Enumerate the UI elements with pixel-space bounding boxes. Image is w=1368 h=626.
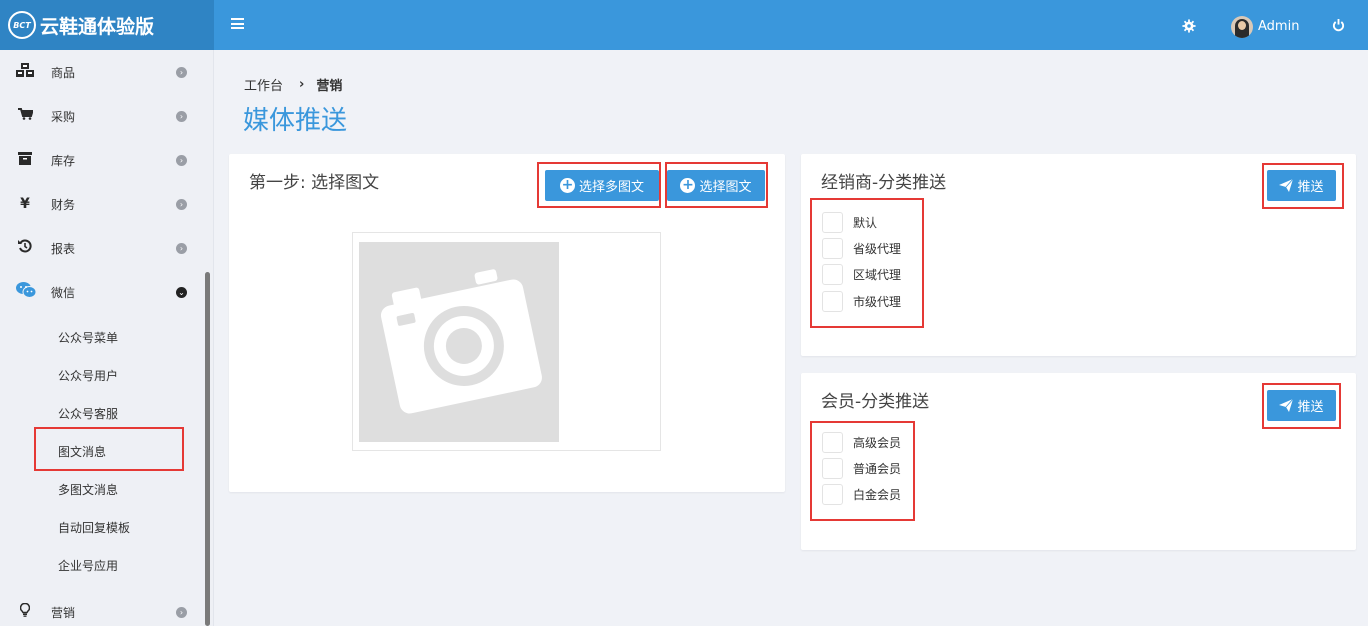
sidebar-subitem[interactable]: 公众号客服 bbox=[58, 404, 118, 424]
sidebar-subitem[interactable]: 公众号用户 bbox=[58, 366, 118, 386]
sidebar-subitem[interactable]: 自动回复模板 bbox=[58, 518, 130, 538]
sidebar-item-purchase[interactable]: 采购 › bbox=[0, 94, 200, 138]
highlight-box bbox=[810, 198, 924, 328]
sidebar: 商品 › 采购 › 库存 › ¥ 财务 › 报表 › 微信 ⌄ 公众号菜单 公众… bbox=[0, 50, 214, 626]
yen-icon: ¥ bbox=[20, 196, 30, 212]
sidebar-subitem[interactable]: 公众号菜单 bbox=[58, 328, 118, 348]
chevron-right-icon: › bbox=[176, 154, 187, 166]
brand[interactable]: BCT 云鞋通体验版 bbox=[0, 0, 214, 50]
sidebar-item-finance[interactable]: ¥ 财务 › bbox=[0, 182, 200, 226]
cart-icon bbox=[16, 108, 34, 124]
highlight-box bbox=[665, 162, 768, 208]
avatar[interactable] bbox=[1231, 16, 1253, 38]
panel-title: 第一步: 选择图文 bbox=[249, 173, 380, 193]
camera-placeholder-icon[interactable] bbox=[359, 242, 559, 442]
chevron-right-icon: › bbox=[176, 66, 187, 78]
highlight-box bbox=[810, 421, 915, 521]
sidebar-subitem[interactable]: 企业号应用 bbox=[58, 556, 118, 576]
sidebar-item-reports[interactable]: 报表 › bbox=[0, 226, 200, 270]
sidebar-item-label: 采购 bbox=[51, 109, 76, 124]
brand-logo: BCT bbox=[8, 11, 36, 39]
chevron-down-icon: ⌄ bbox=[176, 286, 187, 298]
power-icon[interactable] bbox=[1332, 19, 1345, 32]
breadcrumb: 工作台 › 营销 bbox=[244, 75, 342, 94]
sidebar-item-label: 库存 bbox=[51, 153, 76, 168]
highlight-box bbox=[34, 427, 184, 471]
sidebar-scrollbar[interactable] bbox=[205, 272, 210, 626]
sidebar-item-label: 财务 bbox=[51, 197, 76, 212]
sidebar-subitem[interactable]: 多图文消息 bbox=[58, 480, 118, 500]
menu-toggle-icon[interactable] bbox=[231, 18, 244, 29]
page-title: 媒体推送 bbox=[243, 106, 348, 136]
panel-title: 会员-分类推送 bbox=[821, 392, 930, 412]
sidebar-item-label: 商品 bbox=[51, 65, 76, 80]
gear-icon[interactable] bbox=[1182, 19, 1196, 33]
history-icon bbox=[16, 239, 34, 257]
chevron-right-icon: › bbox=[176, 198, 187, 210]
highlight-box bbox=[537, 162, 661, 208]
archive-icon bbox=[16, 151, 34, 169]
chevron-right-icon: › bbox=[176, 242, 187, 254]
chevron-right-icon: › bbox=[176, 110, 187, 122]
breadcrumb-current: 营销 bbox=[316, 79, 343, 94]
user-name[interactable]: Admin bbox=[1258, 19, 1299, 34]
chevron-right-icon: › bbox=[176, 606, 187, 618]
highlight-box bbox=[1262, 383, 1341, 429]
sidebar-item-marketing[interactable]: 营销 › bbox=[0, 590, 200, 626]
cubes-icon bbox=[16, 63, 34, 81]
highlight-box bbox=[1262, 163, 1344, 209]
sidebar-item-label: 营销 bbox=[51, 605, 76, 620]
sidebar-item-label: 微信 bbox=[51, 285, 76, 300]
wechat-icon bbox=[16, 282, 37, 302]
sidebar-item-inventory[interactable]: 库存 › bbox=[0, 138, 200, 182]
breadcrumb-home[interactable]: 工作台 bbox=[244, 75, 283, 94]
panel-title: 经销商-分类推送 bbox=[821, 173, 947, 193]
top-navbar: BCT 云鞋通体验版 Admin bbox=[0, 0, 1368, 50]
sidebar-item-wechat[interactable]: 微信 ⌄ bbox=[0, 270, 200, 314]
brand-name: 云鞋通体验版 bbox=[40, 15, 155, 38]
sidebar-item-products[interactable]: 商品 › bbox=[0, 50, 200, 94]
sidebar-item-label: 报表 bbox=[51, 241, 76, 256]
chevron-right-icon: › bbox=[299, 77, 305, 92]
lightbulb-icon bbox=[16, 602, 34, 621]
